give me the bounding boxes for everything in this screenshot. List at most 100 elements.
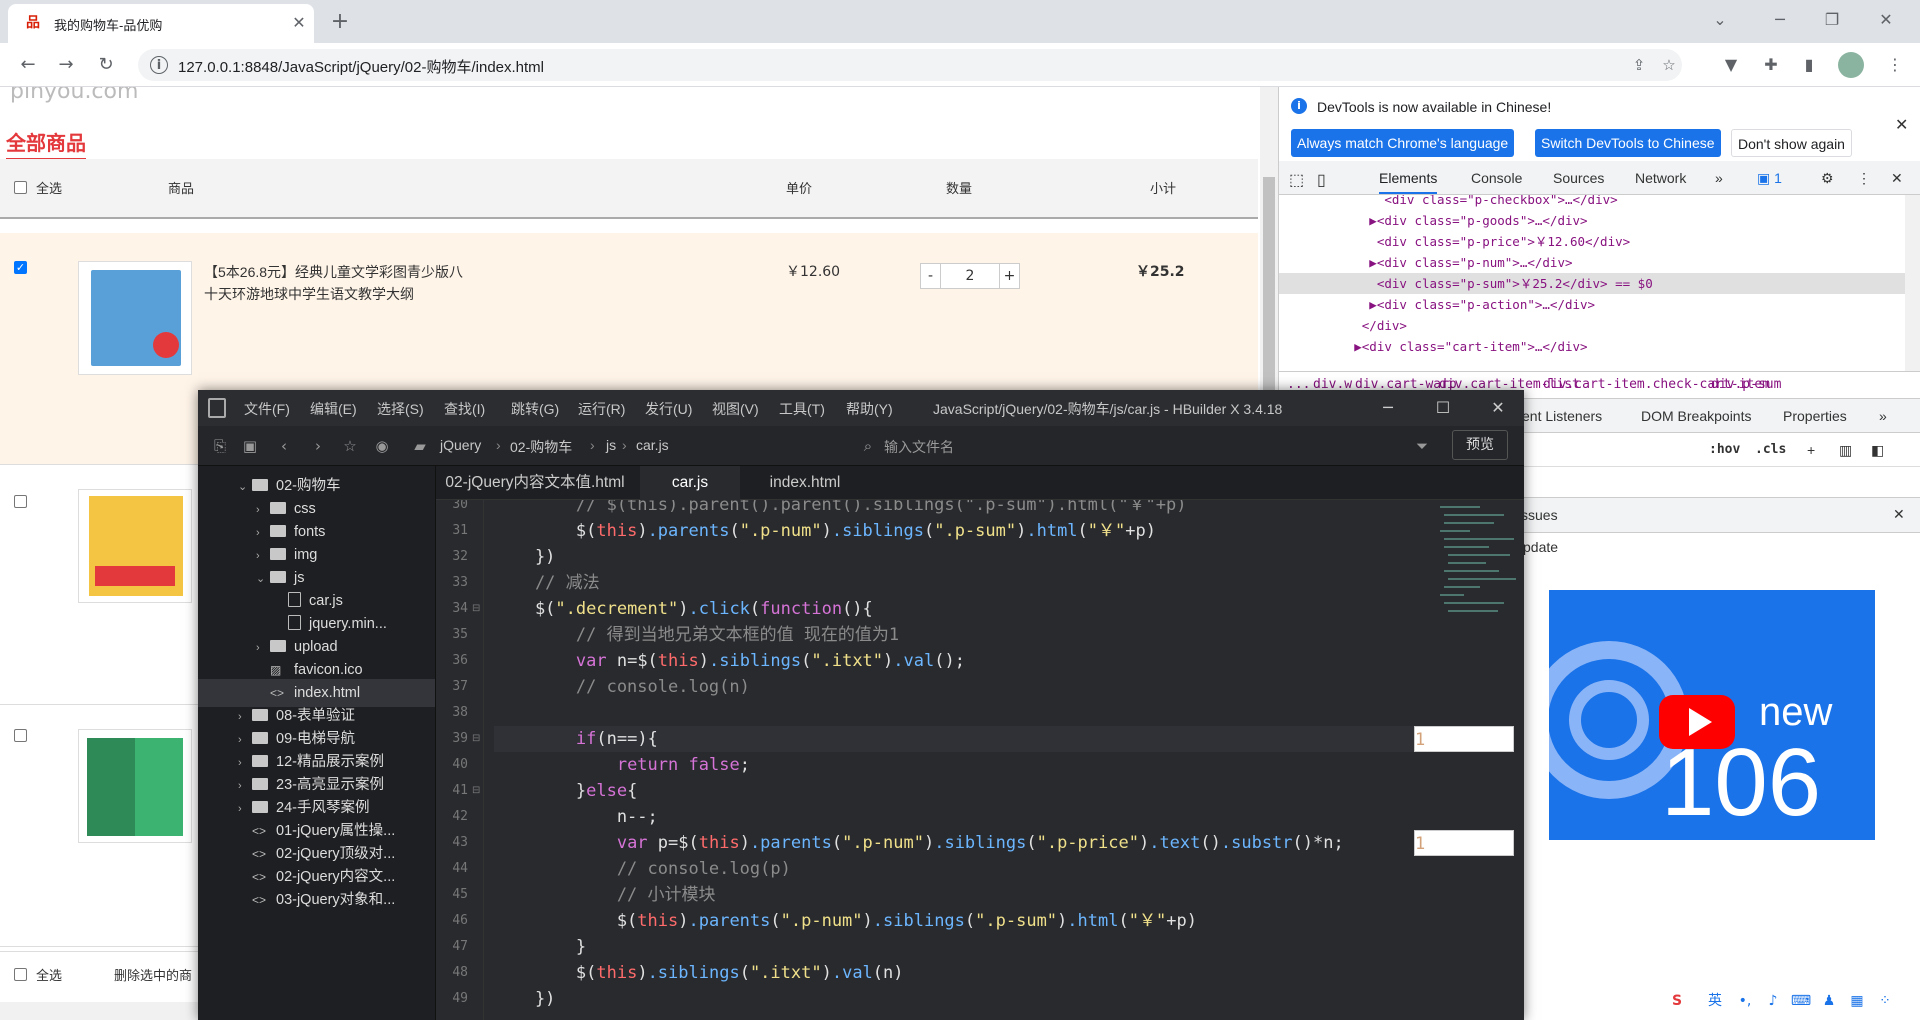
quantity-input[interactable]: 2 [941,264,999,288]
class-toggle[interactable]: .cls [1755,442,1786,457]
code-line[interactable]: // 得到当地兄弟文本框的值 现在的值为1 [494,622,899,648]
punctuation-icon[interactable]: •, [1734,990,1756,1012]
profile-avatar[interactable] [1838,52,1864,78]
code-line[interactable]: $(this).siblings(".itxt").val(n) [494,960,904,986]
tab-console[interactable]: Console [1471,170,1522,186]
code-line[interactable]: // console.log(n) [494,674,750,700]
tab-file-1[interactable]: 02-jQuery内容文本值.html [436,466,634,500]
inspect-icon[interactable]: ⬚ [1289,170,1304,190]
restore-button[interactable]: ❐ [1812,6,1852,34]
bookmark-star-icon[interactable]: ☆ [1658,54,1680,76]
microphone-icon[interactable]: ♪ [1762,990,1784,1012]
menu-item-8[interactable]: 工具(T) [779,399,825,419]
menu-item-5[interactable]: 运行(R) [578,399,625,419]
close-banner-icon[interactable]: ✕ [1895,115,1908,134]
new-rule-icon[interactable]: + [1807,442,1815,458]
address-bar[interactable]: i 127.0.0.1:8848/JavaScript/jQuery/02-购物… [138,49,1682,81]
increment-button[interactable]: + [999,264,1019,288]
code-line[interactable]: // 减法 [494,570,600,596]
code-line[interactable]: // console.log(p) [494,856,791,882]
tab-properties[interactable]: Properties [1783,408,1847,424]
share-icon[interactable]: ⇪ [1628,54,1650,76]
product-image[interactable] [78,489,192,603]
more-tabs-icon[interactable]: » [1715,170,1723,186]
preview-button[interactable]: 预览 [1452,430,1508,460]
keyboard-icon[interactable]: ⌨ [1790,990,1812,1012]
product-title[interactable]: 【5本26.8元】经典儿童文学彩图青少版八十天环游地球中学生语文教学大纲 [204,261,474,305]
code-line[interactable]: // $(this).parent().parent().siblings(".… [494,500,1187,518]
hb-close-button[interactable]: ✕ [1478,394,1518,422]
minimap[interactable] [1436,500,1524,660]
path-jquery[interactable]: jQuery [440,437,481,453]
code-line[interactable]: return false; [494,752,750,778]
fold-toggle-icon[interactable]: ⊟ [472,726,480,752]
file-search-input[interactable]: 输入文件名 [884,437,954,457]
whats-new-promo-image[interactable]: new 106 [1549,590,1875,840]
settings-gear-icon[interactable]: ⚙ [1821,170,1834,187]
dom-node[interactable]: </div> [1279,315,1907,336]
back-arrow-icon[interactable]: ‹ [274,436,294,456]
fold-toggle-icon[interactable]: ⊟ [472,596,480,622]
reload-button[interactable]: ↻ [92,51,120,79]
sidebar-toggle-icon[interactable]: ◧ [1871,442,1884,459]
hover-state-toggle[interactable]: :hov [1709,442,1740,457]
menu-item-3[interactable]: 查找(I) [444,399,485,419]
new-tab-button[interactable]: + [326,8,354,36]
code-line[interactable]: }) [494,986,555,1012]
more-subtabs-icon[interactable]: » [1879,408,1887,424]
minimize-button[interactable]: ─ [1760,6,1800,34]
browser-tab[interactable]: 品 我的购物车-品优购 ✕ [8,4,314,43]
product-image[interactable] [78,261,192,375]
tab-file-3[interactable]: index.html [746,466,864,500]
menu-item-2[interactable]: 选择(S) [377,399,424,419]
delete-selected-link[interactable]: 删除选中的商 [114,965,192,984]
close-drawer-icon[interactable]: ✕ [1893,506,1905,523]
menu-item-1[interactable]: 编辑(E) [310,399,357,419]
new-file-icon[interactable]: ⎘ [210,436,230,456]
tab-elements[interactable]: Elements [1379,170,1438,194]
code-line[interactable]: } [494,934,586,960]
menu-item-9[interactable]: 帮助(Y) [846,399,893,419]
code-line[interactable]: n--; [494,804,658,830]
forward-arrow-icon[interactable]: › [308,436,328,456]
path-js[interactable]: js [606,437,616,453]
footer-select-all-checkbox[interactable] [14,968,27,981]
folder-icon[interactable]: ▰ [410,436,430,456]
dom-scrollbar[interactable] [1905,195,1920,371]
dont-show-button[interactable]: Don't show again [1731,129,1852,157]
match-language-button[interactable]: Always match Chrome's language [1291,129,1515,157]
menu-item-0[interactable]: 文件(F) [244,399,290,419]
code-line[interactable]: $(this).parents(".p-num").siblings(".p-s… [494,518,1156,544]
item-checkbox[interactable]: ✓ [14,261,27,274]
tree-item[interactable]: <> 03-jQuery对象和... [198,886,435,914]
dom-node[interactable]: <div class="p-sum">￥25.2</div> == $0 [1279,273,1907,294]
toolbox-icon[interactable]: ▦ [1846,990,1868,1012]
extensions-puzzle-icon[interactable]: ✚ [1758,52,1784,78]
dom-node[interactable]: ▶<div class="cart-item">…</div> [1279,336,1907,357]
skin-icon[interactable]: ♟ [1818,990,1840,1012]
paint-icon[interactable]: ▥ [1839,442,1852,459]
extension-v-icon[interactable]: ▼ [1718,52,1744,78]
hb-maximize-button[interactable]: ☐ [1423,394,1463,422]
path-file[interactable]: car.js [636,437,669,453]
fold-toggle-icon[interactable]: ⊟ [472,778,480,804]
select-all-checkbox[interactable] [14,181,27,194]
tab-dom-breakpoints[interactable]: DOM Breakpoints [1641,408,1751,424]
code-line[interactable]: if(n== 1){ [494,726,1514,752]
code-line[interactable]: var p=$(this).parents(".p-num").siblings… [494,830,1514,856]
tab-search-icon[interactable]: ⌄ [1700,6,1740,34]
hb-minimize-button[interactable]: ─ [1368,394,1408,422]
issues-label[interactable]: ssues [1521,507,1558,523]
menu-item-4[interactable]: 跳转(G) [511,399,559,419]
favorite-star-icon[interactable]: ☆ [340,436,360,456]
device-toggle-icon[interactable]: ▯ [1317,170,1326,190]
more-options-icon[interactable]: ⋮ [1857,170,1871,187]
close-devtools-icon[interactable]: ✕ [1891,170,1903,187]
tab-file-2[interactable]: car.js [640,466,740,500]
code-line[interactable]: $(this).parents(".p-num").siblings(".p-s… [494,908,1197,934]
sogou-ime-icon[interactable]: S [1666,990,1688,1012]
product-image[interactable] [78,729,192,843]
forward-button[interactable]: → [52,51,80,79]
path-cart[interactable]: 02-购物车 [510,437,572,457]
item-checkbox[interactable] [14,729,27,742]
